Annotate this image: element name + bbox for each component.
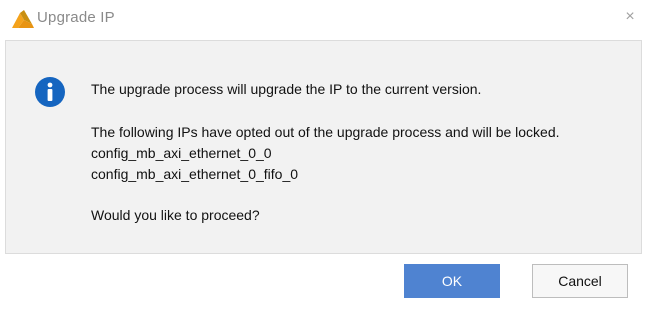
message-line-locked: The following IPs have opted out of the … bbox=[91, 124, 560, 140]
ok-button[interactable]: OK bbox=[404, 264, 500, 298]
button-bar: OK Cancel bbox=[0, 255, 647, 319]
message-panel: The upgrade process will upgrade the IP … bbox=[5, 40, 642, 254]
cancel-button[interactable]: Cancel bbox=[532, 264, 628, 298]
locked-ip-item: config_mb_axi_ethernet_0_fifo_0 bbox=[91, 166, 299, 182]
close-icon[interactable]: × bbox=[619, 6, 641, 28]
message-question: Would you like to proceed? bbox=[91, 207, 260, 223]
message-line-upgrade: The upgrade process will upgrade the IP … bbox=[91, 81, 482, 97]
locked-ip-item: config_mb_axi_ethernet_0_0 bbox=[91, 145, 272, 161]
upgrade-ip-dialog: Upgrade IP × The upgrade process will up… bbox=[0, 0, 647, 319]
xilinx-logo-icon bbox=[12, 10, 34, 28]
info-icon bbox=[35, 77, 65, 107]
title-bar: Upgrade IP × bbox=[0, 0, 647, 38]
window-title: Upgrade IP bbox=[37, 9, 115, 26]
